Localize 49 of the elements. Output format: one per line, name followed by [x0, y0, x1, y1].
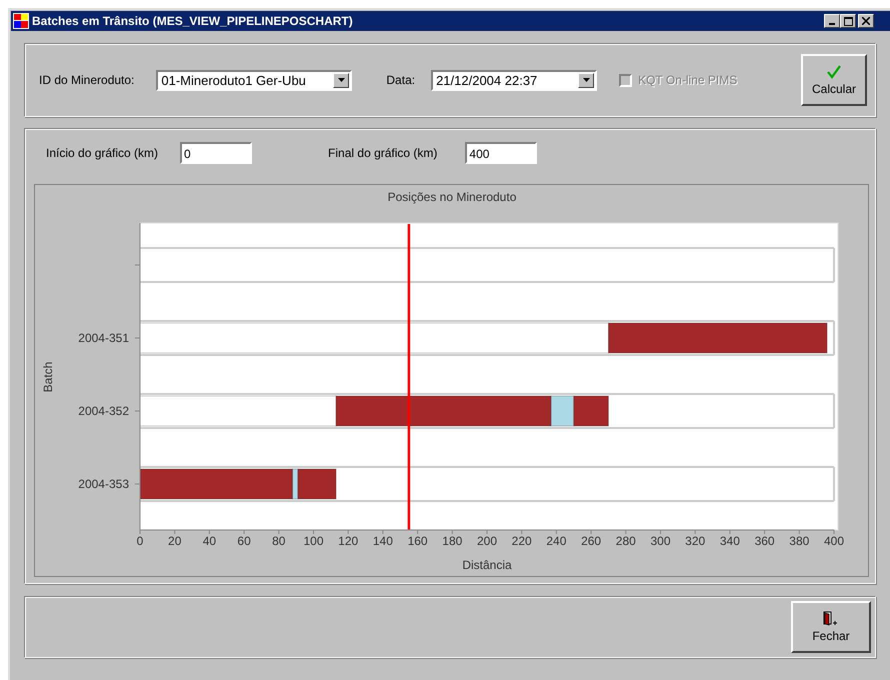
start-label: Início do gráfico (km): [46, 146, 158, 160]
x-tick-label: 260: [581, 534, 602, 548]
x-tick-label: 320: [685, 534, 706, 548]
x-tick-label: 360: [754, 534, 775, 548]
maximize-button[interactable]: [840, 14, 856, 28]
x-tick-label: 240: [546, 534, 566, 548]
x-tick-label: 160: [408, 534, 428, 548]
x-tick-label: 120: [338, 534, 358, 548]
calculate-button[interactable]: Calcular: [801, 54, 867, 106]
pipeline-label: ID do Mineroduto:: [39, 73, 134, 87]
y-tick-label: 2004-353: [78, 477, 129, 491]
x-tick-label: 20: [168, 534, 182, 548]
start-field[interactable]: 0: [180, 142, 252, 164]
x-tick-label: 40: [202, 534, 216, 548]
chart-title: Posições no Mineroduto: [388, 190, 516, 204]
checkmark-icon: [826, 64, 842, 80]
x-tick-label: 200: [476, 534, 498, 548]
y-tick-label: 2004-351: [78, 331, 129, 345]
x-tick-label: 300: [650, 534, 671, 548]
x-tick-label: 220: [512, 534, 532, 548]
y-axis-title: Batch: [41, 362, 55, 392]
x-tick-label: 380: [789, 534, 810, 548]
x-tick-label: 140: [372, 534, 393, 548]
pipeline-dropdown[interactable]: 01-Mineroduto1 Ger-Ubu: [156, 70, 352, 90]
close-icon: [862, 17, 870, 25]
app-icon: [13, 13, 29, 29]
x-tick-label: 100: [303, 534, 324, 548]
end-field[interactable]: 400: [465, 142, 538, 164]
dropdown-arrow-icon: [338, 78, 345, 82]
window-title: Batches em Trânsito (MES_VIEW_PIPELINEPOSCHART): [32, 14, 353, 28]
y-tick-label: 2004-352: [78, 404, 129, 418]
x-tick-label: 80: [272, 534, 286, 548]
x-tick-label: 340: [720, 534, 740, 548]
dropdown-arrow-icon: [582, 78, 590, 82]
door-exit-icon: [823, 611, 839, 627]
maximize-icon: [844, 16, 852, 26]
date-dropdown[interactable]: 21/12/2004 22:37: [431, 70, 598, 90]
x-tick-label: 280: [616, 534, 636, 548]
end-label: Final do gráfico (km): [328, 146, 438, 160]
x-tick-label: 60: [237, 534, 251, 548]
minimize-button[interactable]: [824, 14, 840, 28]
close-button[interactable]: [858, 14, 874, 28]
x-tick-label: 180: [442, 534, 462, 548]
x-tick-label: 0: [136, 534, 144, 548]
close-form-button[interactable]: Fechar: [791, 601, 871, 653]
checkbox-label: KQT On-line PIMS: [638, 73, 738, 87]
date-label: Data:: [386, 73, 416, 87]
x-axis-title: Distância: [462, 558, 512, 572]
x-tick-label: 400: [824, 534, 844, 548]
